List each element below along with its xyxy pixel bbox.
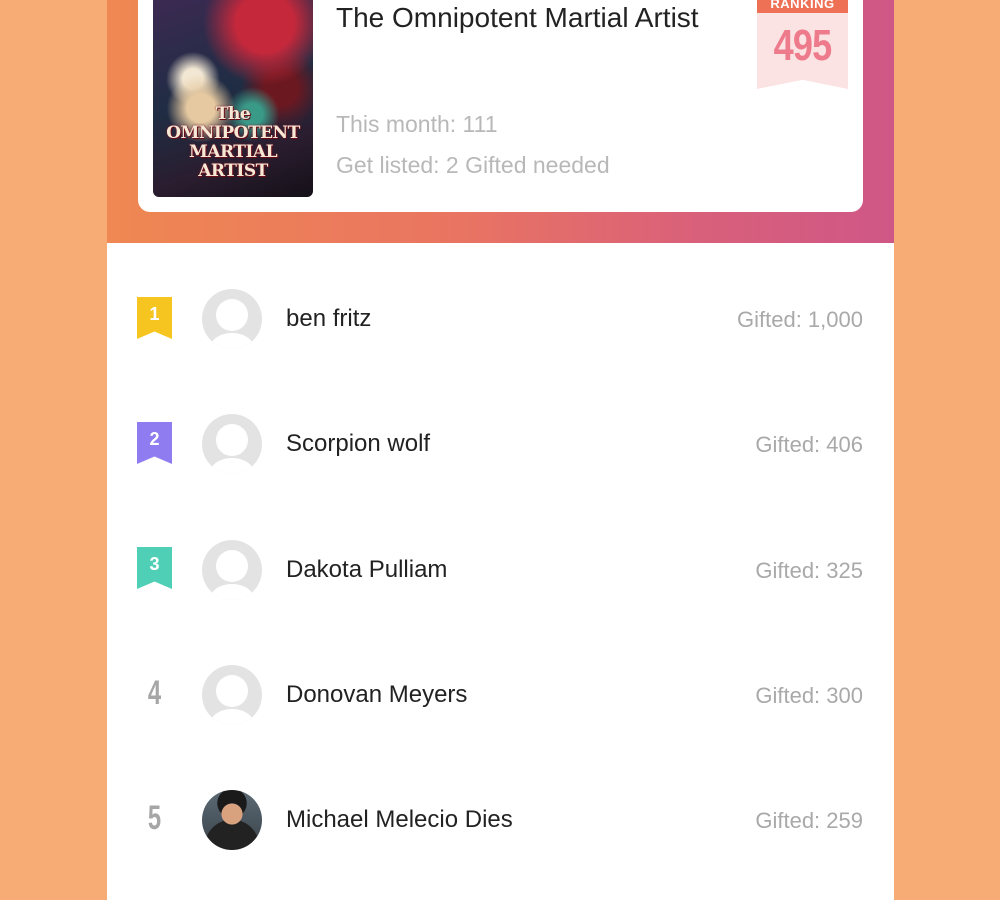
gifted-amount: Gifted: 300 [755,683,863,708]
user-name[interactable]: Scorpion wolf [286,430,430,458]
avatar[interactable] [202,289,262,349]
leaderboard-row[interactable]: 5 Michael Melecio Dies Gifted: 259 [107,757,894,882]
leaderboard-row[interactable]: 1 ben fritz Gifted: 1,000 [107,257,894,382]
leaderboard-row[interactable]: 2 Scorpion wolf Gifted: 406 [107,382,894,507]
rank-ribbon-purple: 2 [137,422,172,464]
gifted-amount: Gifted: 1,000 [737,307,863,332]
get-listed-hint: Get listed: 2 Gifted needed [336,152,610,178]
rank-ribbon-teal: 3 [137,547,172,589]
book-title[interactable]: The Omnipotent Martial Artist [336,0,716,36]
gifted-amount: Gifted: 259 [755,808,863,833]
avatar[interactable] [202,790,262,850]
user-name[interactable]: Donovan Meyers [286,681,467,709]
book-card[interactable]: The OMNIPOTENT MARTIAL ARTIST The Omnipo… [138,0,863,212]
gifted-amount: Gifted: 406 [755,432,863,457]
user-name[interactable]: Dakota Pulliam [286,556,447,584]
user-name[interactable]: Michael Melecio Dies [286,806,513,834]
avatar[interactable] [202,414,262,474]
book-cover-image[interactable]: The OMNIPOTENT MARTIAL ARTIST [153,0,313,197]
leaderboard-row[interactable]: 3 Dakota Pulliam Gifted: 325 [107,507,894,632]
gifted-amount: Gifted: 325 [755,558,863,583]
ranking-value: 495 [773,21,833,70]
user-name[interactable]: ben fritz [286,305,371,333]
gift-ranking-panel: The OMNIPOTENT MARTIAL ARTIST The Omnipo… [107,0,894,900]
rank-ribbon-gold: 1 [137,297,172,339]
leaderboard-row[interactable]: 4 Donovan Meyers Gifted: 300 [107,632,894,757]
header-background: The OMNIPOTENT MARTIAL ARTIST The Omnipo… [107,0,894,243]
rank-number: 5 [147,799,162,837]
cover-title-art: The OMNIPOTENT MARTIAL ARTIST [166,104,300,181]
ranking-badge: RANKING 495 [757,0,848,89]
this-month-count: This month: 111 [336,111,498,137]
ranking-label: RANKING [757,0,848,13]
rank-number: 4 [147,674,162,712]
avatar[interactable] [202,540,262,600]
avatar[interactable] [202,665,262,725]
